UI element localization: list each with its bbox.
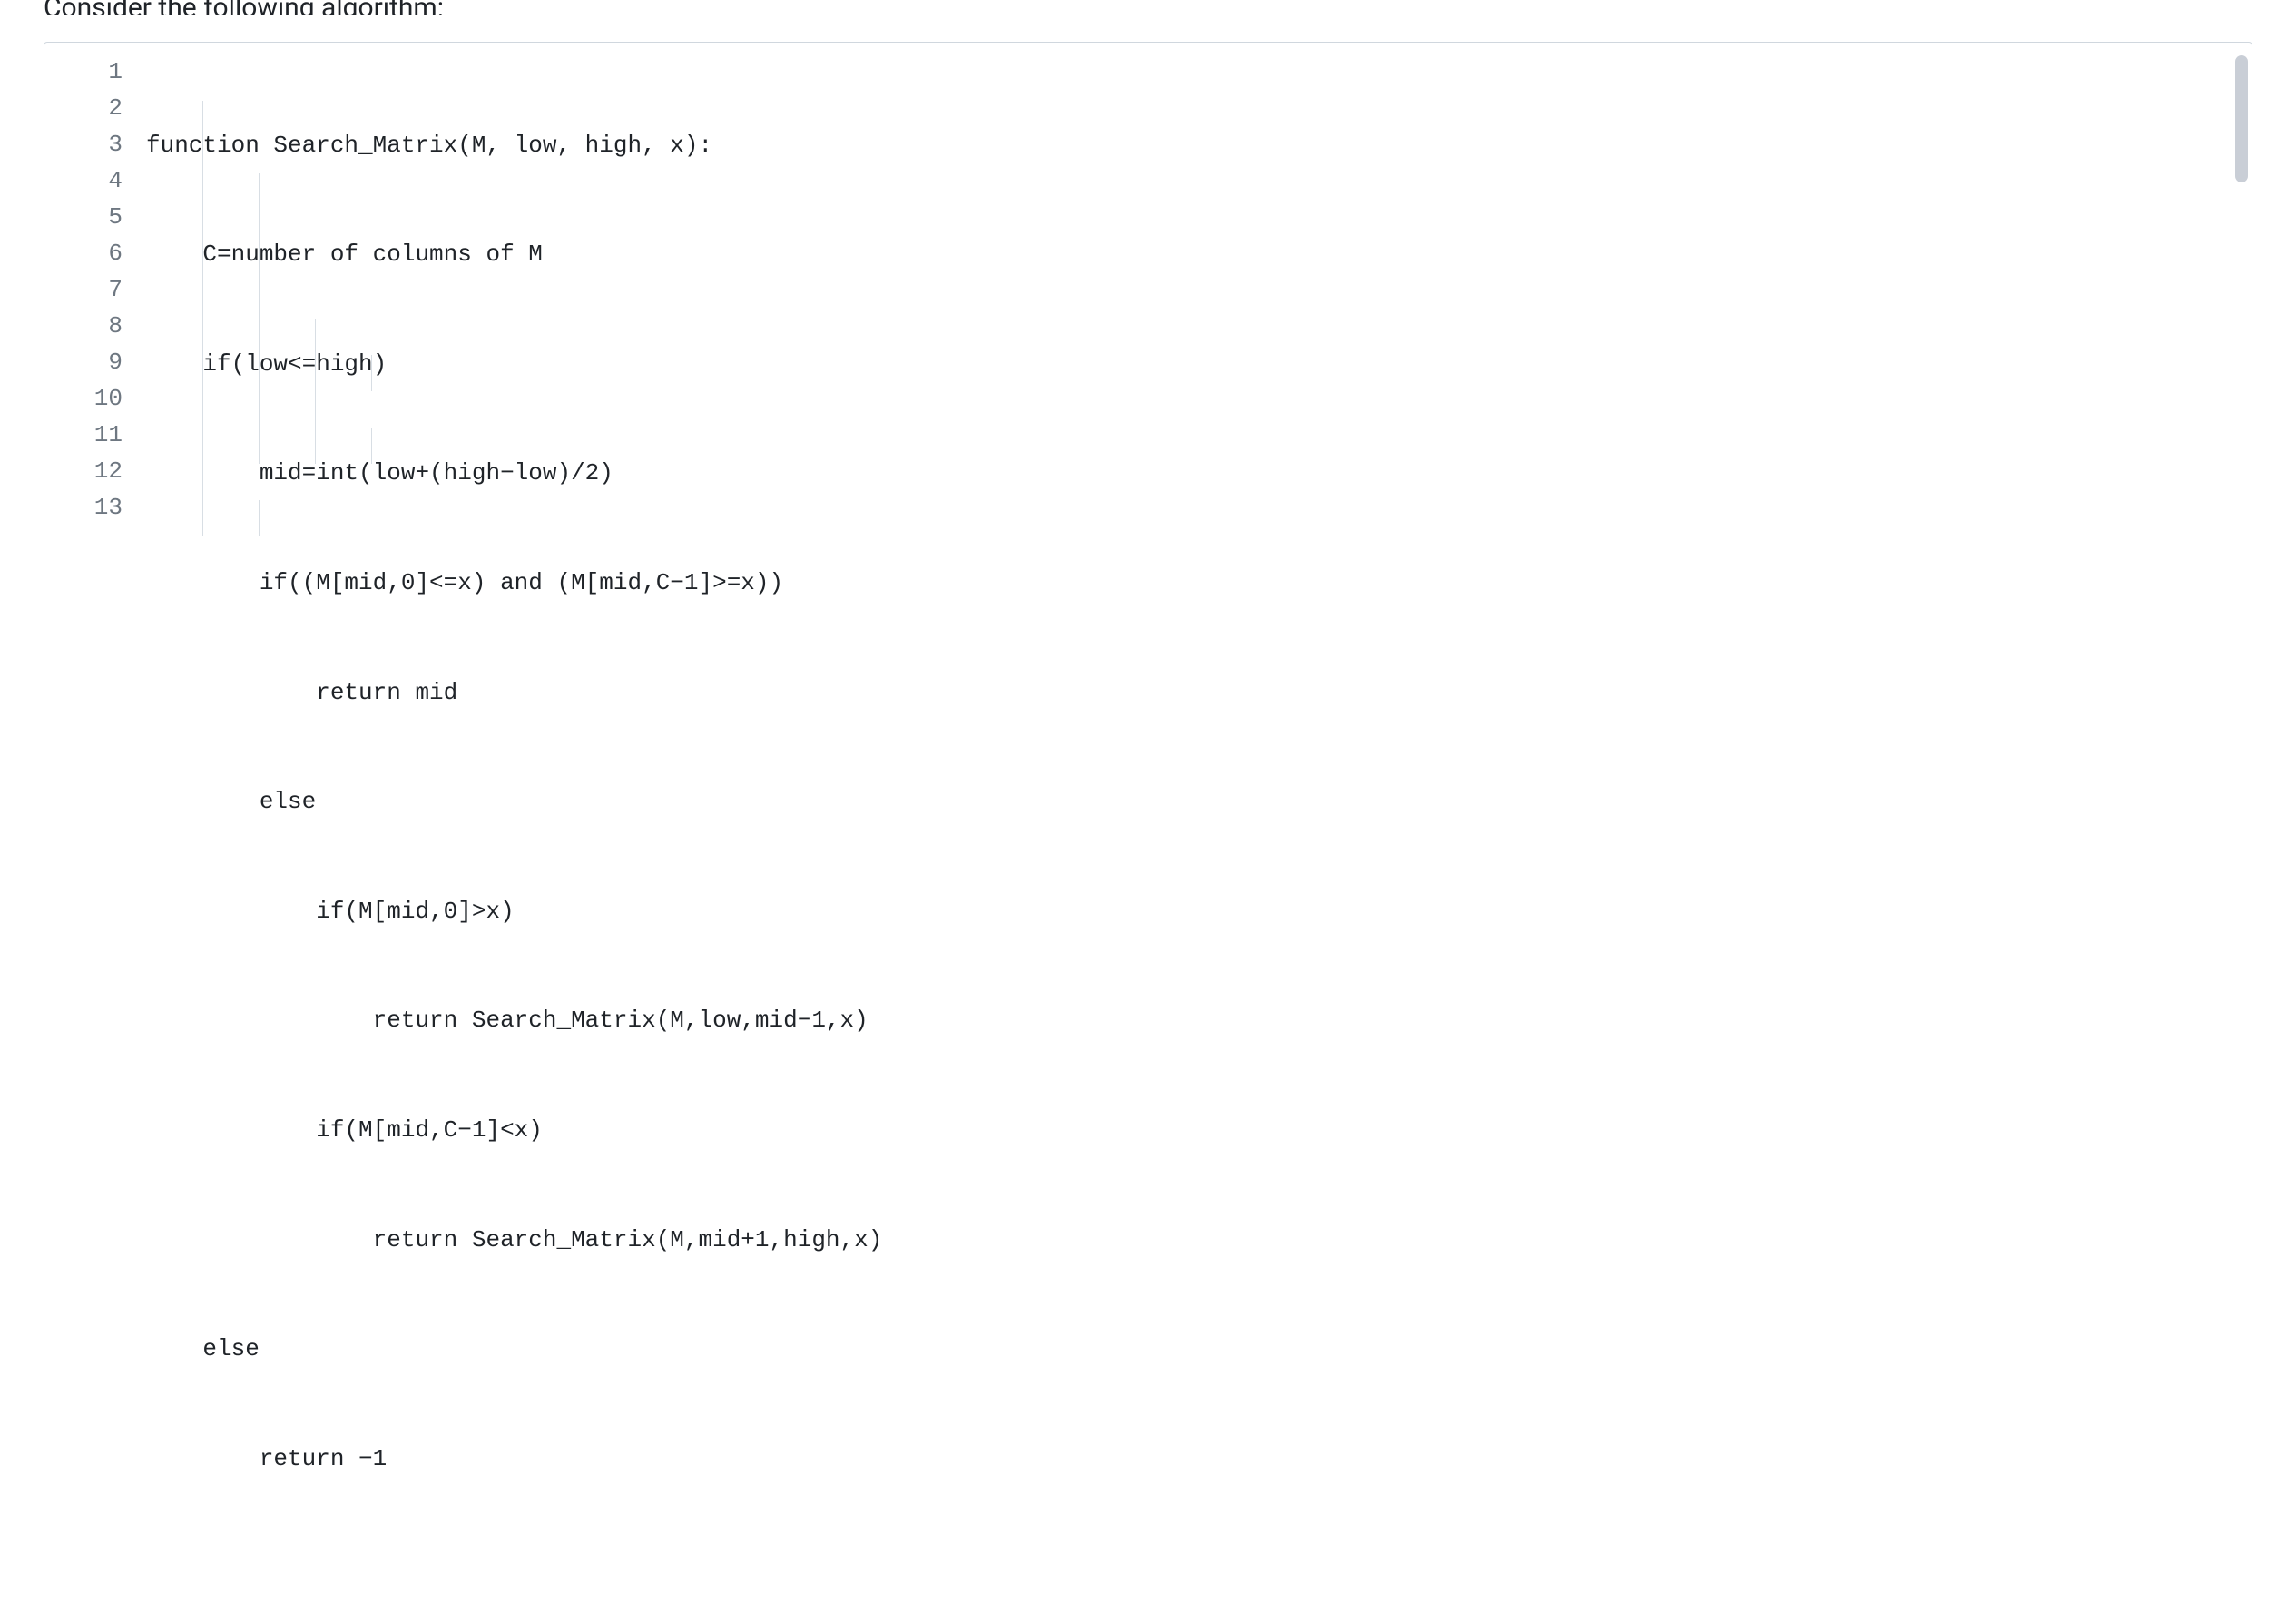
code-line: return Search_Matrix(M,mid+1,high,x) <box>146 1222 2233 1258</box>
line-number: 12 <box>68 453 123 489</box>
code-line: if(M[mid,C−1]<x) <box>146 1112 2233 1148</box>
code-lines: function Search_Matrix(M, low, high, x):… <box>146 54 2252 1612</box>
line-number: 8 <box>68 308 123 344</box>
code-line: return Search_Matrix(M,low,mid−1,x) <box>146 1002 2233 1038</box>
line-number: 7 <box>68 271 123 308</box>
code-line: else <box>146 783 2233 820</box>
line-number: 4 <box>68 162 123 199</box>
code-line: if(low<=high) <box>146 346 2233 382</box>
code-line: else <box>146 1331 2233 1367</box>
line-number: 5 <box>68 199 123 235</box>
intro-clipped-wrapper: Consider the following algorithm: <box>44 0 2252 15</box>
intro-text: Consider the following algorithm: <box>44 0 444 15</box>
line-number: 3 <box>68 126 123 162</box>
code-area[interactable]: 1 2 3 4 5 6 7 8 9 10 11 12 13 function S… <box>44 43 2252 1612</box>
code-line: return mid <box>146 674 2233 711</box>
code-line: C=number of columns of M <box>146 236 2233 272</box>
line-number: 1 <box>68 54 123 90</box>
page-content: Consider the following algorithm: 1 2 3 … <box>0 0 2296 1612</box>
line-number: 9 <box>68 344 123 380</box>
code-line: return −1 <box>146 1440 2233 1477</box>
code-block: 1 2 3 4 5 6 7 8 9 10 11 12 13 function S… <box>44 42 2252 1612</box>
line-number-gutter: 1 2 3 4 5 6 7 8 9 10 11 12 13 <box>44 54 146 1612</box>
indent-guides <box>146 64 288 1612</box>
code-line: if(M[mid,0]>x) <box>146 893 2233 929</box>
line-number: 6 <box>68 235 123 271</box>
line-number: 2 <box>68 90 123 126</box>
line-number: 13 <box>68 489 123 526</box>
code-line: mid=int(low+(high−low)/2) <box>146 455 2233 491</box>
line-number: 11 <box>68 417 123 453</box>
line-number: 10 <box>68 380 123 417</box>
scrollbar-track[interactable] <box>2235 55 2248 1612</box>
code-line: function Search_Matrix(M, low, high, x): <box>146 127 2233 163</box>
scrollbar-thumb[interactable] <box>2235 55 2248 182</box>
code-line: if((M[mid,0]<=x) and (M[mid,C−1]>=x)) <box>146 565 2233 601</box>
